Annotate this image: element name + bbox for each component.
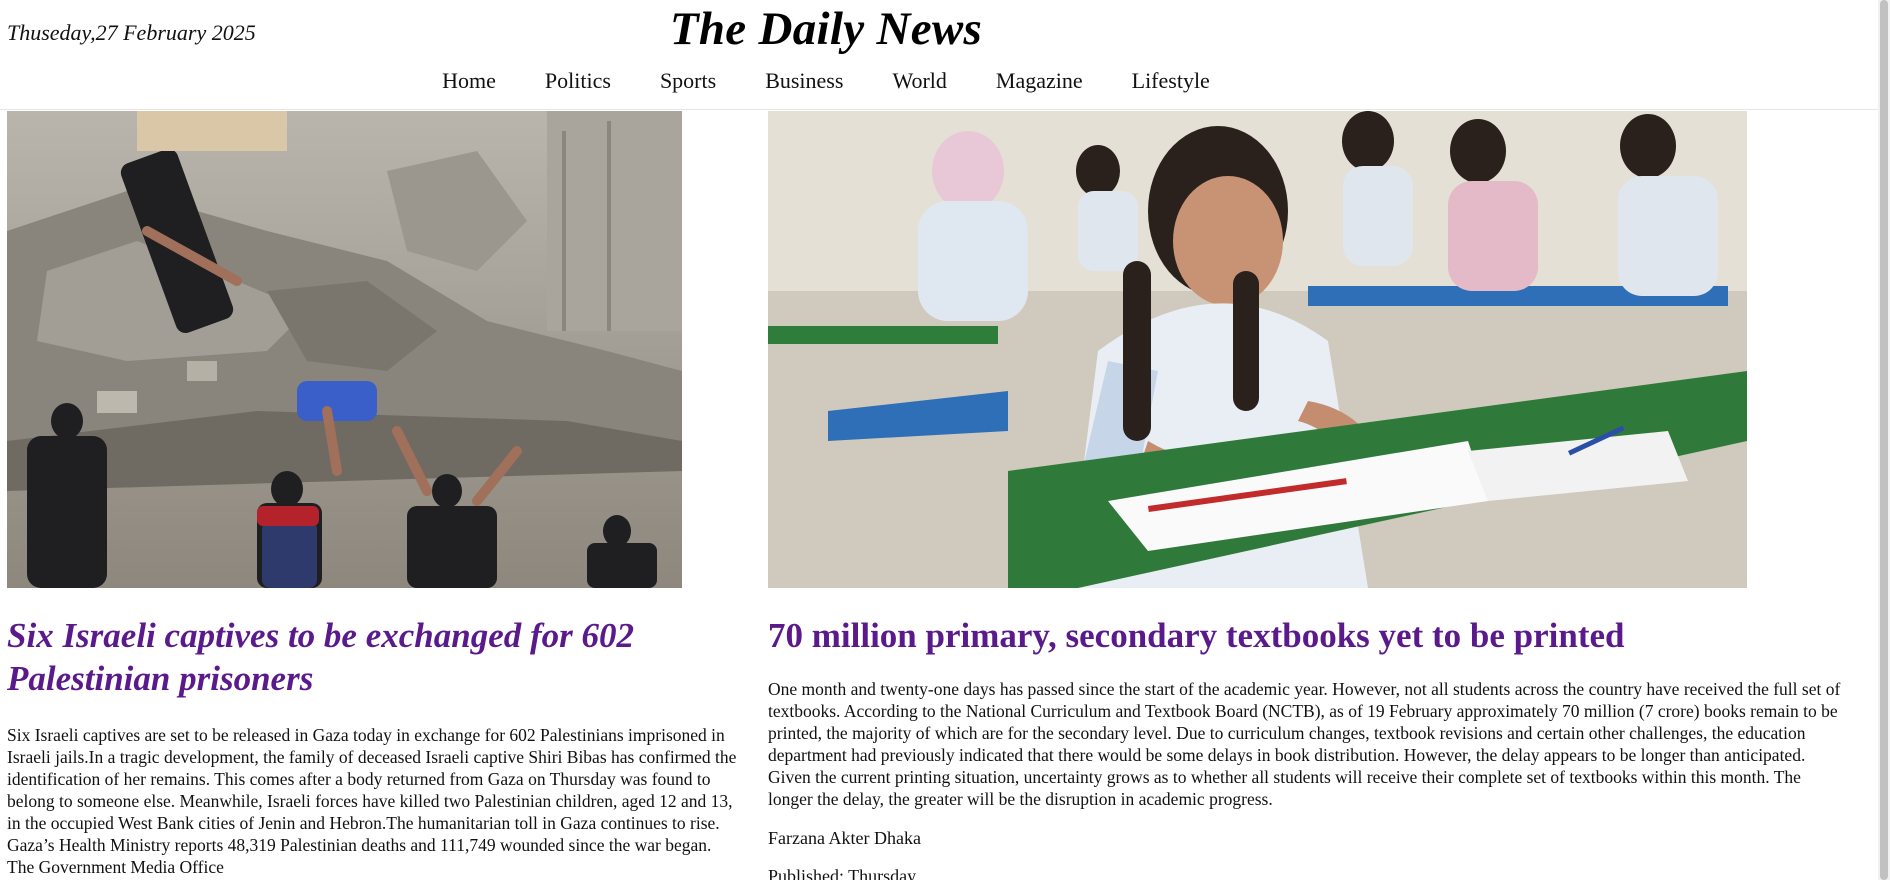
article-published: Published: Thursday xyxy=(768,866,917,880)
main-nav: Home Politics Sports Business World Maga… xyxy=(0,68,1652,94)
site-title[interactable]: The Daily News xyxy=(0,2,1652,56)
article-body: One month and twenty-one days has passed… xyxy=(768,679,1841,809)
article-headline[interactable]: Six Israeli captives to be exchanged for… xyxy=(7,614,737,700)
article-gaza: Six Israeli captives to be exchanged for… xyxy=(7,614,737,878)
article-headline[interactable]: 70 million primary, secondary textbooks … xyxy=(768,614,1848,657)
page: Thuseday,27 February 2025 The Daily News… xyxy=(0,0,1890,880)
article-image-rubble-rescue[interactable] xyxy=(7,111,682,588)
article-image-students-classroom[interactable] xyxy=(768,111,1747,588)
rubble-rescue-illustration xyxy=(7,111,682,588)
article-textbooks: 70 million primary, secondary textbooks … xyxy=(768,614,1848,880)
nav-business[interactable]: Business xyxy=(741,68,868,94)
nav-world[interactable]: World xyxy=(868,68,971,94)
page-scrollbar[interactable] xyxy=(1878,0,1890,880)
nav-home[interactable]: Home xyxy=(418,68,521,94)
nav-lifestyle[interactable]: Lifestyle xyxy=(1107,68,1234,94)
article-body: Six Israeli captives are set to be relea… xyxy=(7,725,737,877)
nav-magazine[interactable]: Magazine xyxy=(971,68,1107,94)
nav-sports[interactable]: Sports xyxy=(635,68,740,94)
nav-politics[interactable]: Politics xyxy=(520,68,635,94)
students-classroom-illustration xyxy=(768,111,1747,588)
nav-divider xyxy=(0,109,1878,110)
scrollbar-thumb[interactable] xyxy=(1880,0,1888,880)
article-byline: Farzana Akter Dhaka xyxy=(768,828,921,848)
